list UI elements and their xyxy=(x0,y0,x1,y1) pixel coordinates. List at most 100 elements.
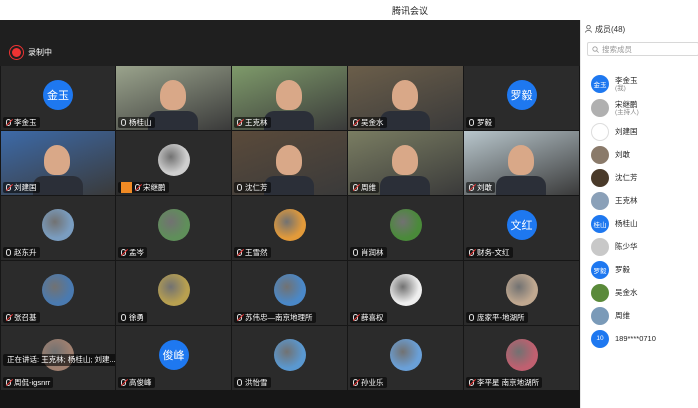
participant-tile[interactable]: 刘建国 xyxy=(1,131,115,195)
member-name: 李金玉 xyxy=(615,75,638,85)
participant-label: 周侃-igsnrr xyxy=(3,377,54,388)
participant-label: 王雪然 xyxy=(234,247,271,258)
participant-tile[interactable]: 李平星 南京地湖所 xyxy=(464,326,579,390)
member-avatar: 10 xyxy=(591,329,609,348)
member-item[interactable]: 陈少华 xyxy=(581,235,698,258)
member-list: 金玉 李金玉 (我) 宋继鹏 (主持人) 刘建国 刘敢 沈仁芳 王克林 桂山 杨桂山 陈少华 罗毅 罗毅吴… xyxy=(581,72,698,350)
video-body xyxy=(380,175,431,195)
member-item[interactable]: 罗毅 罗毅 xyxy=(581,258,698,281)
member-text: 沈仁芳 xyxy=(615,173,638,182)
members-icon xyxy=(585,25,592,33)
member-name: 陈少华 xyxy=(615,242,638,251)
participant-tile[interactable]: 赵东升 xyxy=(1,196,115,260)
participant-label: 财务-文红 xyxy=(466,247,513,258)
member-name: 王克林 xyxy=(615,196,638,205)
participant-label: 赵东升 xyxy=(3,247,40,258)
participant-name: 周侃-igsnrr xyxy=(14,378,51,387)
video-body xyxy=(32,175,83,195)
participant-tile[interactable]: 吴金水 xyxy=(348,66,463,130)
participant-tile[interactable]: 洪怡雪 xyxy=(232,326,347,390)
participant-tile[interactable]: 俊峰 高俊峰 xyxy=(116,326,231,390)
member-avatar xyxy=(591,145,609,164)
member-avatar: 桂山 xyxy=(591,214,609,233)
member-item[interactable]: 刘敢 xyxy=(581,143,698,166)
participant-tile[interactable]: 周维 xyxy=(348,131,463,195)
mic-icon xyxy=(135,184,140,191)
participant-label: 薛喜权 xyxy=(350,312,387,323)
participant-tile[interactable]: 周侃-igsnrr 正在讲话: 王克林; 杨桂山; 刘建... xyxy=(1,326,115,390)
video-body xyxy=(496,175,547,195)
video-feed xyxy=(44,145,71,176)
participant-tile[interactable]: 徐勇 xyxy=(116,261,231,325)
mic-icon xyxy=(6,314,11,321)
participant-label: 徐勇 xyxy=(118,312,147,323)
participant-tile[interactable]: 庞家平-地湖所 xyxy=(464,261,579,325)
member-search-input[interactable]: 搜索成员 xyxy=(587,42,698,56)
mic-icon xyxy=(6,249,11,256)
participant-name: 赵东升 xyxy=(14,248,37,257)
avatar xyxy=(273,273,306,306)
participant-name: 宋继鹏 xyxy=(143,183,166,192)
participant-label: 洪怡雪 xyxy=(234,377,271,388)
participant-tile[interactable]: 金玉 李金玉 xyxy=(1,66,115,130)
participant-tile[interactable]: 沈仁芳 xyxy=(232,131,347,195)
participant-tile[interactable]: 肖润林 xyxy=(348,196,463,260)
participant-name: 杨桂山 xyxy=(129,118,152,127)
participant-label: 李金玉 xyxy=(3,117,40,128)
participant-tile[interactable]: 文红财务-文红 xyxy=(464,196,579,260)
mic-icon xyxy=(237,379,242,386)
participant-tile[interactable]: 杨桂山 xyxy=(116,66,231,130)
participant-tile[interactable]: 宋继鹏 xyxy=(116,131,231,195)
member-item[interactable]: 宋继鹏 (主持人) xyxy=(581,96,698,120)
video-body xyxy=(264,175,315,195)
member-item[interactable]: 周维 xyxy=(581,304,698,327)
mic-icon xyxy=(6,379,11,386)
mic-icon xyxy=(469,119,474,126)
participant-tile[interactable]: 王克林 xyxy=(232,66,347,130)
avatar xyxy=(273,338,306,371)
participant-tile[interactable]: 刘敢 xyxy=(464,131,579,195)
search-icon xyxy=(592,45,599,53)
participant-label: 王克林 xyxy=(234,117,271,128)
participant-tile[interactable]: 张召基 xyxy=(1,261,115,325)
mic-icon xyxy=(121,314,126,321)
participant-name: 罗毅 xyxy=(477,118,492,127)
mic-icon xyxy=(121,119,126,126)
member-name: 刘建国 xyxy=(615,127,638,136)
participant-tile[interactable]: 孟岑 xyxy=(116,196,231,260)
video-feed xyxy=(391,145,418,176)
avatar xyxy=(42,273,74,306)
member-item[interactable]: 沈仁芳 xyxy=(581,166,698,189)
participant-tile[interactable]: 薛喜权 xyxy=(348,261,463,325)
video-feed xyxy=(391,80,418,111)
member-item[interactable]: 金玉 李金玉 (我) xyxy=(581,72,698,96)
participant-name: 高俊峰 xyxy=(129,378,152,387)
avatar: 文红 xyxy=(506,209,537,240)
participant-label: 刘建国 xyxy=(3,182,40,193)
avatar xyxy=(389,273,422,306)
member-item[interactable]: 吴金水 xyxy=(581,281,698,304)
participant-name: 吴金水 xyxy=(361,118,384,127)
video-grid: 金玉 李金玉 杨桂山 王克林 吴金水 罗毅 罗毅 刘建国 宋继鹏 沈仁芳 周维 刘敢 赵东升 孟岑 王雪然肖… xyxy=(0,66,580,408)
member-item[interactable]: 10 189****0710 xyxy=(581,327,698,350)
participant-tile[interactable]: 苏伟忠—南京地理所 xyxy=(232,261,347,325)
participant-name: 洪怡雪 xyxy=(245,378,268,387)
mic-icon xyxy=(353,119,358,126)
avatar: 金玉 xyxy=(43,79,73,110)
participant-tile[interactable]: 罗毅 罗毅 xyxy=(464,66,579,130)
member-name: 杨桂山 xyxy=(615,219,638,228)
participant-label: 孟岑 xyxy=(118,247,147,258)
member-item[interactable]: 桂山 杨桂山 xyxy=(581,212,698,235)
participant-tile[interactable]: 王雪然 xyxy=(232,196,347,260)
mic-icon xyxy=(237,314,242,321)
member-item[interactable]: 王克林 xyxy=(581,189,698,212)
member-text: 罗毅 xyxy=(615,265,630,274)
member-text: 周维 xyxy=(615,311,630,320)
video-body xyxy=(264,110,315,130)
member-name: 宋继鹏 xyxy=(615,99,638,109)
member-name: 刘敢 xyxy=(615,150,630,159)
participant-tile[interactable]: 孙业乐 xyxy=(348,326,463,390)
member-text: 陈少华 xyxy=(615,242,638,251)
member-item[interactable]: 刘建国 xyxy=(581,120,698,143)
participant-name: 孟岑 xyxy=(129,248,144,257)
